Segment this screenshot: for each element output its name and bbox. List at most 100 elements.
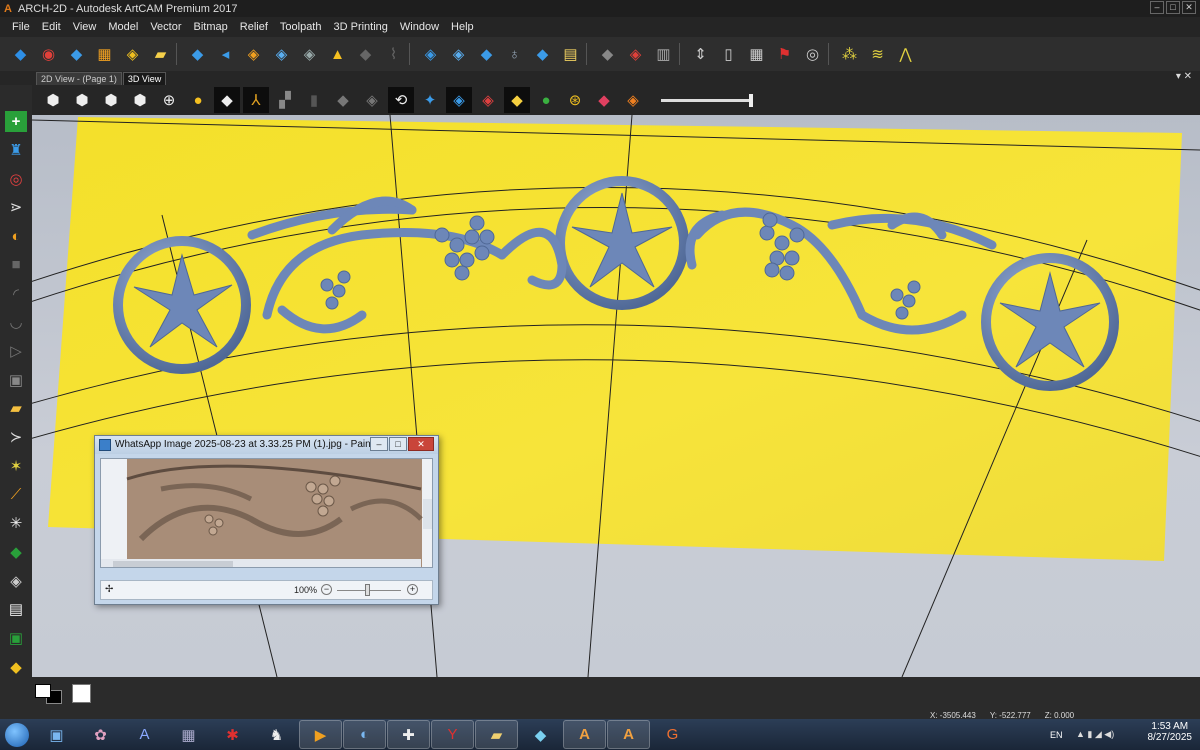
menu-relief[interactable]: Relief <box>234 21 274 33</box>
extrude-icon[interactable]: ♁ <box>502 42 527 67</box>
nodes-icon[interactable]: ⁂ <box>837 42 862 67</box>
brush-icon[interactable]: ⟋ <box>5 484 27 505</box>
start-button[interactable] <box>0 720 34 750</box>
dots-circle-icon[interactable]: ◎ <box>800 42 825 67</box>
tray-icons[interactable]: ▲ ▮ ◢ ◀) <box>1076 729 1114 740</box>
bevel-icon[interactable]: ◈ <box>446 42 471 67</box>
paint-close-button[interactable]: ✕ <box>408 437 434 451</box>
yahoo-app-icon[interactable]: Y <box>431 720 474 749</box>
green-shape-icon[interactable]: ● <box>533 87 559 113</box>
paint-icon[interactable]: ⌇ <box>381 42 406 67</box>
open-folder-icon[interactable]: ▰ <box>148 42 173 67</box>
arrow-down-icon[interactable]: ▥ <box>651 42 676 67</box>
tab-3d-view[interactable]: 3D View <box>122 72 167 85</box>
arc-icon[interactable]: ◜ <box>5 283 27 304</box>
merge-icon[interactable]: ◉ <box>36 42 61 67</box>
gmail-app-icon[interactable]: G <box>651 720 694 749</box>
sheep-app-icon[interactable]: ♞ <box>255 720 298 749</box>
close-button[interactable]: ✕ <box>1182 1 1196 14</box>
snowflake-icon[interactable]: ✳ <box>5 513 27 534</box>
shading-slider[interactable] <box>661 93 753 107</box>
paint-bucket-icon[interactable]: ♜ <box>5 140 27 161</box>
relief-arrow-icon[interactable]: ◂ <box>213 42 238 67</box>
page-icon[interactable]: ▤ <box>5 599 27 620</box>
split-vector-icon[interactable]: ◐ <box>5 226 27 247</box>
star-tool-icon[interactable]: ✶ <box>5 455 27 476</box>
grey-box-icon[interactable]: ◆ <box>330 87 356 113</box>
menu-bitmap[interactable]: Bitmap <box>188 21 234 33</box>
explorer-icon[interactable]: ▣ <box>35 720 78 749</box>
folder-star-icon[interactable]: ▰ <box>5 398 27 419</box>
artcam-orange-1-icon[interactable]: A <box>563 720 606 749</box>
paint-title-bar[interactable]: WhatsApp Image 2025-08-23 at 3.33.25 PM … <box>95 436 438 454</box>
view-iso1-icon[interactable]: ⬢ <box>69 87 95 113</box>
warning-icon[interactable]: ▲ <box>325 42 350 67</box>
maximize-button[interactable]: □ <box>1166 1 1180 14</box>
settings-app-icon[interactable]: ✿ <box>79 720 122 749</box>
cut-icon[interactable]: ◈ <box>623 42 648 67</box>
menu-3d-printing[interactable]: 3D Printing <box>327 21 393 33</box>
calculator-icon[interactable]: ▦ <box>167 720 210 749</box>
artcam-orange-2-icon[interactable]: A <box>607 720 650 749</box>
zoom-icon[interactable]: ⊕ <box>156 87 182 113</box>
search-relief-icon[interactable]: ⊛ <box>562 87 588 113</box>
rotate-icon[interactable]: ⟲ <box>388 87 414 113</box>
waves-icon[interactable]: ≋ <box>865 42 890 67</box>
menu-toolpath[interactable]: Toolpath <box>274 21 328 33</box>
gold-layer-icon[interactable]: ◆ <box>504 87 530 113</box>
target-icon[interactable]: ◎ <box>5 168 27 189</box>
primary-color-swatch[interactable] <box>35 684 51 698</box>
line-nodes-icon[interactable]: ⋀ <box>893 42 918 67</box>
lines-icon[interactable]: ▤ <box>558 42 583 67</box>
blue-app-icon[interactable]: ◆ <box>519 720 562 749</box>
menu-edit[interactable]: Edit <box>36 21 67 33</box>
color-stack-icon[interactable]: ◆ <box>591 87 617 113</box>
paint-app-icon[interactable]: ◐ <box>343 720 386 749</box>
texture-icon[interactable]: ▦ <box>92 42 117 67</box>
folder-app-icon[interactable]: ▰ <box>475 720 518 749</box>
menu-view[interactable]: View <box>67 21 103 33</box>
stack-layer-icon[interactable]: ◈ <box>5 570 27 591</box>
node-icon[interactable]: ▣ <box>5 369 27 390</box>
new-model-icon[interactable]: ◆ <box>8 42 33 67</box>
blue-layer-icon[interactable]: ◈ <box>446 87 472 113</box>
language-indicator[interactable]: EN <box>1050 730 1063 740</box>
menu-window[interactable]: Window <box>394 21 445 33</box>
select-icon[interactable]: ◆ <box>64 42 89 67</box>
zoom-thumb[interactable] <box>365 584 370 596</box>
light-icon[interactable]: ● <box>185 87 211 113</box>
zoom-in-button[interactable]: + <box>407 584 418 595</box>
grey-relief-icon[interactable]: ◆ <box>353 42 378 67</box>
copy-icon[interactable]: ▣ <box>5 628 27 649</box>
relief-layer-icon[interactable]: ◆ <box>5 542 27 563</box>
vector-tool-icon[interactable]: ⋗ <box>5 197 27 218</box>
fill-icon[interactable]: ◆ <box>595 42 620 67</box>
artcam-a-icon[interactable]: A <box>123 720 166 749</box>
menu-file[interactable]: File <box>6 21 36 33</box>
minimize-button[interactable]: – <box>1150 1 1164 14</box>
view-iso3-icon[interactable]: ⬢ <box>127 87 153 113</box>
tab-2d-view[interactable]: 2D View - (Page 1) <box>36 72 122 85</box>
hatch-icon[interactable]: ◈ <box>297 42 322 67</box>
arrow-icon[interactable]: ≻ <box>5 427 27 448</box>
view-top-icon[interactable]: ⬢ <box>40 87 66 113</box>
menu-help[interactable]: Help <box>445 21 480 33</box>
grid-icon[interactable]: ▦ <box>744 42 769 67</box>
grey-box2-icon[interactable]: ◈ <box>359 87 385 113</box>
close-view-icon[interactable]: ▾ ✕ <box>1176 71 1192 82</box>
blender-app-icon[interactable]: ✚ <box>387 720 430 749</box>
square-icon[interactable]: ■ <box>5 255 27 276</box>
color-swatch[interactable] <box>72 684 91 703</box>
layers-icon[interactable]: ◈ <box>120 42 145 67</box>
plane-icon[interactable]: ◆ <box>214 87 240 113</box>
cube-app-icon[interactable]: ✱ <box>211 720 254 749</box>
paint-minimize-button[interactable]: – <box>370 437 388 451</box>
zoom-out-button[interactable]: − <box>321 584 332 595</box>
menu-vector[interactable]: Vector <box>144 21 187 33</box>
bottle-icon[interactable]: ▮ <box>301 87 327 113</box>
dome-icon[interactable]: ◆ <box>474 42 499 67</box>
star-icon[interactable]: ✦ <box>417 87 443 113</box>
puzzle-icon[interactable]: ▞ <box>272 87 298 113</box>
split-icon[interactable]: ▯ <box>716 42 741 67</box>
video-app-icon[interactable]: ▶ <box>299 720 342 749</box>
